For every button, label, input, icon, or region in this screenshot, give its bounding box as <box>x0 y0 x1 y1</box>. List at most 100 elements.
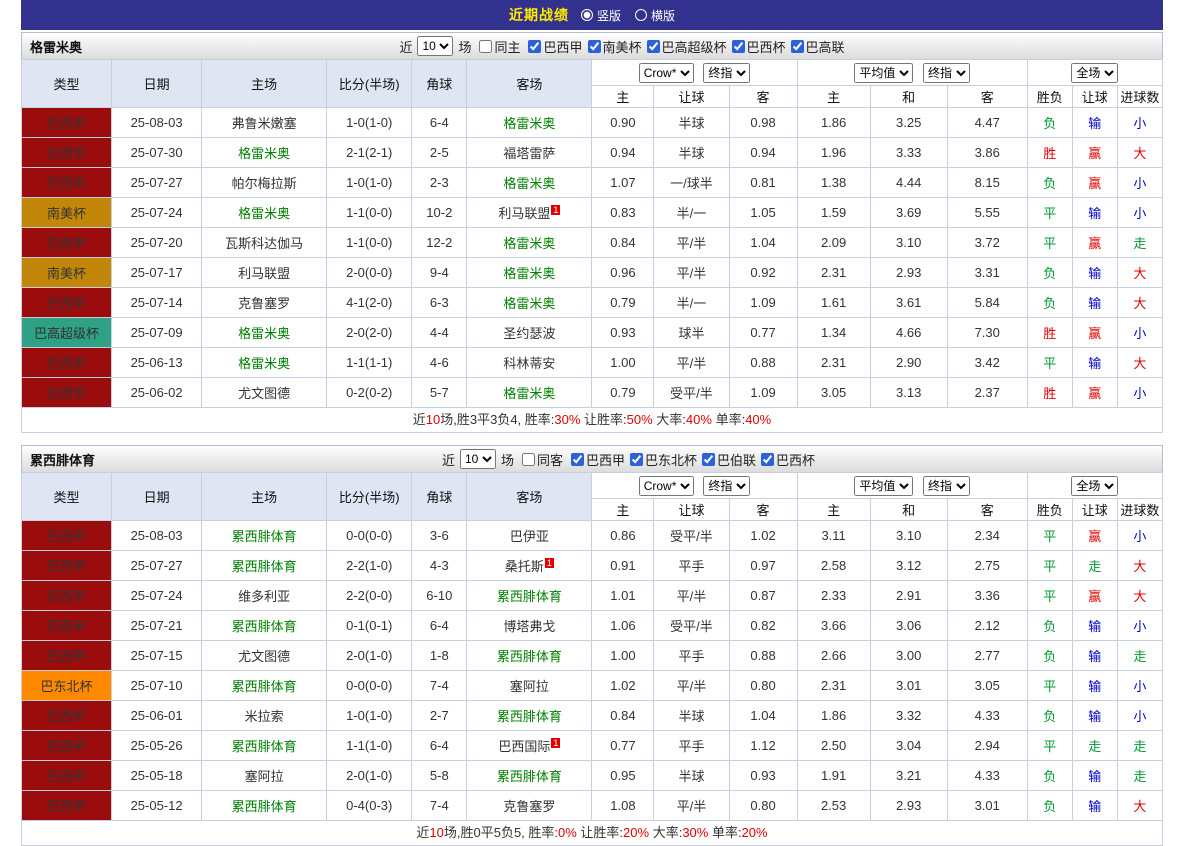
league-filter-option[interactable]: 巴西甲 <box>571 450 625 469</box>
avg-draw-cell: 3.33 <box>870 138 947 168</box>
team-link: 累西腓体育 <box>232 739 297 754</box>
subcol-avg-home: 主 <box>797 499 870 521</box>
average-stage-select[interactable]: 终指 <box>923 476 970 496</box>
same-venue-checkbox[interactable] <box>479 40 492 53</box>
odds-company-select[interactable]: Crow* <box>639 476 694 496</box>
handicap-cell: 半/一 <box>654 198 729 228</box>
summary-text: 20% <box>623 825 649 840</box>
rank-badge: 1 <box>545 558 554 568</box>
team-header-bar: 累西腓体育 近 10 场 同客 巴西甲巴东北杯巴伯联巴西杯 <box>21 445 1163 472</box>
page-title: 近期战绩 <box>509 5 569 25</box>
league-checkbox[interactable] <box>528 40 541 53</box>
odds-stage-select[interactable]: 终指 <box>703 476 750 496</box>
avg-away-cell: 4.33 <box>947 761 1027 791</box>
result-cell: 负 <box>1027 701 1072 731</box>
league-filter-option[interactable]: 巴高联 <box>791 37 845 56</box>
league-label: 巴伯联 <box>717 450 756 469</box>
league-filter-option[interactable]: 巴伯联 <box>702 450 756 469</box>
scope-select[interactable]: 全场 <box>1071 63 1118 83</box>
league-checkbox[interactable] <box>630 453 643 466</box>
goals-result-cell: 大 <box>1117 348 1162 378</box>
home-odds-cell: 0.83 <box>592 198 654 228</box>
filter-bar: 近 10 场 同主 巴西甲南美杯巴高超级杯巴西杯巴高联 <box>82 36 1162 56</box>
league-checkbox[interactable] <box>702 453 715 466</box>
column-header-home: 主场 <box>202 473 327 521</box>
recent-count-select[interactable]: 10 <box>460 449 496 469</box>
team-link: 克鲁塞罗 <box>238 296 290 311</box>
league-label: 巴高联 <box>806 37 845 56</box>
goals-result-cell: 大 <box>1117 138 1162 168</box>
team-link: 累西腓体育 <box>232 799 297 814</box>
home-team-cell: 格雷米奥 <box>202 198 327 228</box>
recent-count-select[interactable]: 10 <box>417 36 453 56</box>
summary-text: 让胜率: <box>577 825 623 840</box>
same-venue-checkbox[interactable] <box>522 453 535 466</box>
average-stage-select[interactable]: 终指 <box>923 63 970 83</box>
date-cell: 25-07-15 <box>112 641 202 671</box>
summary-text: 单率: <box>712 412 745 427</box>
goals-result-cell: 小 <box>1117 611 1162 641</box>
league-filter-option[interactable]: 巴西杯 <box>732 37 786 56</box>
home-team-cell: 尤文图德 <box>202 641 327 671</box>
summary-bar: 近10场,胜0平5负5, 胜率:0% 让胜率:20% 大率:30% 单率:20% <box>21 821 1163 846</box>
league-filter-option[interactable]: 巴高超级杯 <box>647 37 727 56</box>
type-cell: 巴西甲 <box>22 581 112 611</box>
horizontal-view-radio[interactable] <box>635 9 647 21</box>
home-team-cell: 格雷米奥 <box>202 318 327 348</box>
date-cell: 25-07-09 <box>112 318 202 348</box>
handicap-cell: 平/半 <box>654 671 729 701</box>
league-filter-option[interactable]: 巴西杯 <box>761 450 815 469</box>
same-venue-option[interactable]: 同客 <box>522 450 563 469</box>
away-odds-cell: 1.09 <box>729 288 797 318</box>
league-filter-option[interactable]: 巴西甲 <box>528 37 582 56</box>
summary-text: 单率: <box>708 825 741 840</box>
league-checkbox[interactable] <box>761 453 774 466</box>
match-row: 巴西甲25-08-03弗鲁米嫩塞1-0(1-0)6-4格雷米奥0.90半球0.9… <box>22 108 1163 138</box>
avg-home-cell: 3.66 <box>797 611 870 641</box>
same-venue-option[interactable]: 同主 <box>479 37 520 56</box>
league-checkbox[interactable] <box>732 40 745 53</box>
odds-company-select[interactable]: Crow* <box>639 63 694 83</box>
avg-home-cell: 2.33 <box>797 581 870 611</box>
avg-away-cell: 2.34 <box>947 521 1027 551</box>
type-cell: 巴西甲 <box>22 168 112 198</box>
subcol-home-odds: 主 <box>592 499 654 521</box>
corners-cell: 2-3 <box>412 168 467 198</box>
horizontal-view-label: 横版 <box>651 7 675 24</box>
league-checkbox[interactable] <box>791 40 804 53</box>
team-link: 利马联盟 <box>498 206 550 221</box>
away-team-cell: 累西腓体育 <box>467 701 592 731</box>
home-odds-cell: 0.84 <box>592 228 654 258</box>
type-cell: 巴西甲 <box>22 228 112 258</box>
scope-select[interactable]: 全场 <box>1071 476 1118 496</box>
league-checkbox[interactable] <box>588 40 601 53</box>
avg-draw-cell: 3.06 <box>870 611 947 641</box>
date-cell: 25-07-24 <box>112 581 202 611</box>
average-select[interactable]: 平均值 <box>854 476 913 496</box>
average-select[interactable]: 平均值 <box>854 63 913 83</box>
goals-result-cell: 走 <box>1117 228 1162 258</box>
team-link: 维多利亚 <box>238 589 290 604</box>
handicap-cell: 球半 <box>654 318 729 348</box>
home-team-cell: 克鲁塞罗 <box>202 288 327 318</box>
score-cell: 0-4(0-3) <box>327 791 412 821</box>
goals-result-cell: 小 <box>1117 701 1162 731</box>
league-checkbox[interactable] <box>571 453 584 466</box>
summary-text: 50% <box>627 412 653 427</box>
avg-away-cell: 4.33 <box>947 701 1027 731</box>
handicap-cell: 半球 <box>654 138 729 168</box>
away-odds-cell: 0.80 <box>729 671 797 701</box>
date-cell: 25-05-12 <box>112 791 202 821</box>
league-filter-option[interactable]: 南美杯 <box>588 37 642 56</box>
away-odds-cell: 0.80 <box>729 791 797 821</box>
odds-stage-select[interactable]: 终指 <box>703 63 750 83</box>
avg-home-cell: 1.34 <box>797 318 870 348</box>
match-row: 巴西甲25-05-26累西腓体育1-1(1-0)6-4巴西国际10.77平手1.… <box>22 731 1163 761</box>
away-team-cell: 格雷米奥 <box>467 108 592 138</box>
vertical-view-radio[interactable] <box>581 9 593 21</box>
league-filter-option[interactable]: 巴东北杯 <box>630 450 697 469</box>
league-checkbox[interactable] <box>647 40 660 53</box>
horizontal-view-option[interactable]: 横版 <box>635 7 675 24</box>
vertical-view-option[interactable]: 竖版 <box>581 7 621 24</box>
score-cell: 2-0(2-0) <box>327 318 412 348</box>
